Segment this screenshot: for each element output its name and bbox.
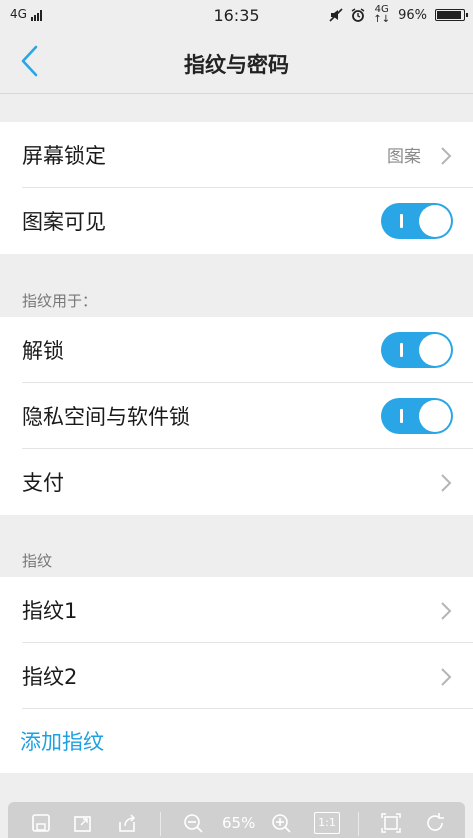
fit-screen-icon[interactable]	[380, 812, 402, 834]
mute-icon	[329, 8, 343, 22]
data-arrows-icon: ↑↓	[373, 14, 391, 25]
toolbar-divider	[358, 812, 359, 836]
fingerprint-1-label: 指纹1	[22, 598, 78, 623]
zoom-level: 65%	[222, 814, 256, 832]
rotate-icon[interactable]	[424, 812, 446, 834]
chevron-right-icon	[441, 668, 452, 686]
screen-lock-label: 屏幕锁定	[22, 143, 106, 168]
header-bar: 指纹与密码	[0, 30, 473, 94]
zoom-in-icon[interactable]	[270, 812, 292, 834]
add-fingerprint-link[interactable]: 添加指纹	[20, 726, 104, 756]
chevron-right-icon	[441, 474, 452, 492]
fingerprint-1-row[interactable]: 指纹1	[22, 577, 473, 643]
battery-fill	[437, 11, 461, 19]
screen-lock-row[interactable]: 屏幕锁定 图案	[22, 122, 473, 188]
screen-lock-group: 屏幕锁定 图案 图案可见	[0, 122, 473, 254]
battery-percent: 96%	[398, 7, 427, 23]
pattern-visible-label: 图案可见	[22, 210, 106, 234]
fingerprints-section-label: 指纹	[22, 552, 53, 570]
add-fingerprint-row[interactable]: 添加指纹	[20, 709, 473, 773]
battery-icon	[435, 9, 468, 21]
screen-lock-value: 图案	[387, 147, 421, 167]
payment-row[interactable]: 支付	[22, 449, 473, 515]
chevron-right-icon	[441, 602, 452, 620]
chevron-right-icon	[441, 147, 452, 165]
privacy-space-row: 隐私空间与软件锁	[22, 383, 473, 449]
unlock-toggle[interactable]	[381, 332, 453, 368]
payment-label: 支付	[22, 471, 64, 495]
unlock-row: 解锁	[22, 317, 473, 383]
zoom-out-icon[interactable]	[182, 812, 204, 834]
toggle-on-mark	[400, 214, 403, 228]
toggle-knob	[419, 400, 451, 432]
toggle-knob	[419, 205, 451, 237]
fingerprints-group: 指纹1 指纹2 添加指纹	[0, 577, 473, 773]
page-title: 指纹与密码	[184, 53, 289, 77]
toolbar-divider	[160, 812, 161, 836]
privacy-space-toggle[interactable]	[381, 398, 453, 434]
network-4g-icon: 4G ↑↓	[373, 5, 390, 25]
pattern-visible-row: 图案可见	[22, 188, 473, 254]
actual-size-button[interactable]: 1:1	[314, 812, 340, 834]
fingerprint-usage-group: 解锁 隐私空间与软件锁 支付	[0, 317, 473, 515]
toggle-on-mark	[400, 343, 403, 357]
pattern-visible-toggle[interactable]	[381, 203, 453, 239]
toggle-on-mark	[400, 409, 403, 423]
unlock-label: 解锁	[22, 338, 64, 363]
save-icon[interactable]	[30, 812, 52, 834]
viewer-toolbar: 65% 1:1	[8, 802, 465, 838]
status-bar: 4G 16:35 4G ↑↓ 96%	[0, 0, 473, 30]
toggle-knob	[419, 334, 451, 366]
fingerprint-2-row[interactable]: 指纹2	[22, 643, 473, 709]
fingerprint-2-label: 指纹2	[22, 664, 78, 689]
privacy-space-label: 隐私空间与软件锁	[22, 404, 190, 429]
status-right: 4G ↑↓ 96%	[329, 5, 468, 25]
alarm-icon	[351, 8, 365, 22]
fingerprint-usage-section-label: 指纹用于：	[22, 292, 98, 310]
resize-icon[interactable]	[72, 812, 94, 834]
share-icon[interactable]	[116, 812, 138, 834]
